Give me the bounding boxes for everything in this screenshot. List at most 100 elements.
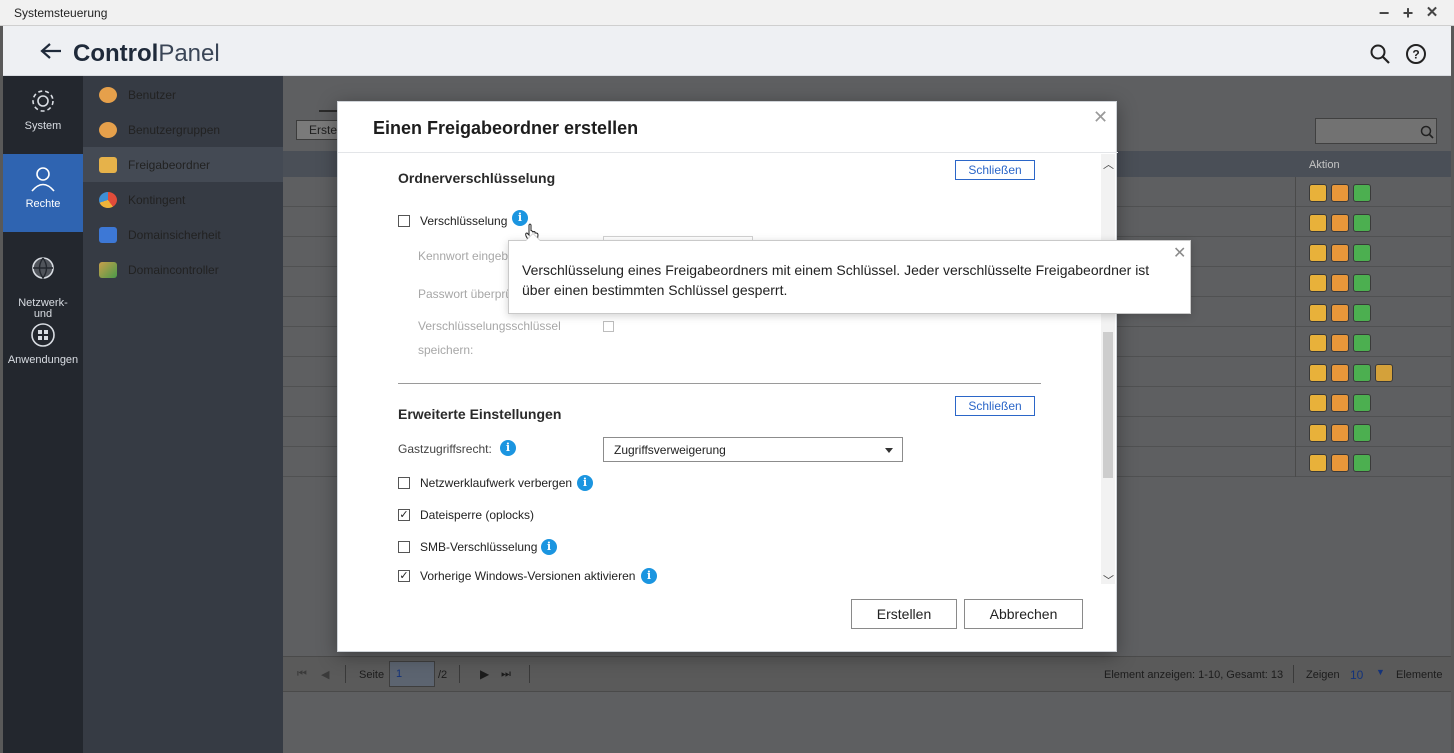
edit-icon[interactable]	[1309, 274, 1327, 292]
hide-network-drive-checkbox[interactable]	[398, 477, 410, 489]
action-cell	[1295, 447, 1451, 477]
svg-text:?: ?	[1412, 48, 1419, 62]
info-icon[interactable]: i	[541, 539, 557, 555]
refresh-icon[interactable]	[1353, 244, 1371, 262]
action-cell	[1295, 207, 1451, 237]
sidebar-item-benutzer[interactable]: Benutzer	[83, 77, 283, 112]
permissions-icon[interactable]	[1331, 184, 1349, 202]
sidebar-item-benutzergruppen[interactable]: Benutzergruppen	[83, 112, 283, 147]
guest-access-label: Gastzugriffsrecht:	[398, 442, 492, 456]
pagination-bar: ⏮ ◀ Seite 1 /2 ▶ ⏭ Element anzeigen: 1-1…	[283, 656, 1451, 692]
refresh-icon[interactable]	[1353, 274, 1371, 292]
permissions-icon[interactable]	[1331, 244, 1349, 262]
permissions-icon[interactable]	[1331, 214, 1349, 232]
pager-divider	[459, 665, 460, 683]
tooltip-close-icon[interactable]: ✕	[1173, 243, 1186, 263]
refresh-icon[interactable]	[1353, 424, 1371, 442]
sidebar-item-kontingent[interactable]: Kontingent	[83, 182, 283, 217]
edit-icon[interactable]	[1309, 454, 1327, 472]
minimize-button[interactable]: −	[1374, 3, 1394, 23]
edit-icon[interactable]	[1309, 364, 1327, 382]
permissions-icon[interactable]	[1331, 424, 1349, 442]
maximize-button[interactable]: +	[1398, 3, 1418, 23]
section-divider	[398, 383, 1041, 384]
first-page-icon[interactable]: ⏮	[297, 668, 307, 681]
edit-icon[interactable]	[1309, 214, 1327, 232]
help-icon[interactable]: ?	[1405, 43, 1427, 65]
refresh-icon[interactable]	[1353, 214, 1371, 232]
window-titlebar: Systemsteuerung − + ✕	[0, 0, 1454, 26]
refresh-icon[interactable]	[1353, 184, 1371, 202]
info-icon[interactable]: i	[577, 475, 593, 491]
shared-folder-icon	[99, 157, 117, 173]
tooltip-pointer-fill	[526, 234, 540, 241]
edit-icon[interactable]	[1309, 244, 1327, 262]
table-search-input[interactable]	[1315, 118, 1437, 144]
sidebar-item-freigabeordner[interactable]: Freigabeordner	[83, 147, 283, 182]
action-cell	[1295, 177, 1451, 207]
permissions-icon[interactable]	[1331, 364, 1349, 382]
cancel-button[interactable]: Abbrechen	[964, 599, 1083, 629]
page-number-input[interactable]: 1	[389, 661, 435, 687]
info-icon[interactable]: i	[500, 440, 516, 456]
rail-item-system[interactable]: System	[3, 88, 83, 150]
rail-label-apps: Anwendungen	[7, 354, 79, 366]
permissions-icon[interactable]	[1331, 394, 1349, 412]
refresh-icon[interactable]	[1353, 364, 1371, 382]
chevron-down-icon	[885, 448, 893, 453]
next-page-icon[interactable]: ▶	[480, 667, 489, 681]
rail-item-rechte[interactable]: Rechte	[3, 154, 83, 232]
sidebar-item-domaincontroller[interactable]: Domaincontroller	[83, 252, 283, 287]
rail-item-network[interactable]: Netzwerk- und	[3, 244, 83, 320]
encryption-checkbox[interactable]	[398, 215, 410, 227]
sidebar-item-domainsicherheit[interactable]: Domainsicherheit	[83, 217, 283, 252]
edit-icon[interactable]	[1309, 334, 1327, 352]
section-heading-advanced: Erweiterte Einstellungen	[398, 406, 562, 422]
page-size-select[interactable]: 10	[1350, 668, 1363, 682]
previous-page-icon[interactable]: ◀	[321, 668, 329, 681]
oplocks-checkbox[interactable]: ✓	[398, 509, 410, 521]
permissions-icon[interactable]	[1331, 334, 1349, 352]
smb-encryption-label: SMB-Verschlüsselung	[420, 540, 538, 554]
lock-icon[interactable]	[1375, 364, 1393, 382]
search-icon	[1420, 125, 1434, 139]
sidebar: Benutzer Benutzergruppen Freigabeordner …	[83, 76, 283, 753]
show-label: Zeigen	[1306, 669, 1340, 681]
action-cell	[1295, 357, 1451, 387]
guest-access-select[interactable]: Zugriffsverweigerung	[603, 437, 903, 462]
encryption-collapse-button[interactable]: Schließen	[955, 160, 1035, 180]
edit-icon[interactable]	[1309, 184, 1327, 202]
close-icon[interactable]: ✕	[1093, 108, 1108, 126]
scroll-up-icon[interactable]: ︿	[1103, 156, 1114, 172]
edit-icon[interactable]	[1309, 424, 1327, 442]
permissions-icon[interactable]	[1331, 274, 1349, 292]
refresh-icon[interactable]	[1353, 394, 1371, 412]
refresh-icon[interactable]	[1353, 454, 1371, 472]
close-window-button[interactable]: ✕	[1422, 3, 1442, 23]
edit-icon[interactable]	[1309, 394, 1327, 412]
refresh-icon[interactable]	[1353, 334, 1371, 352]
previous-versions-label: Vorherige Windows-Versionen aktivieren	[420, 569, 636, 583]
previous-versions-checkbox[interactable]: ✓	[398, 570, 410, 582]
left-rail: System Rechte Netzwerk- und Anwendungen	[3, 76, 83, 753]
create-button[interactable]: Erstellen	[851, 599, 957, 629]
back-arrow-icon[interactable]	[40, 42, 62, 60]
edit-icon[interactable]	[1309, 304, 1327, 322]
advanced-collapse-button[interactable]: Schließen	[955, 396, 1035, 416]
save-key-checkbox[interactable]	[603, 321, 614, 332]
save-key-label: Verschlüsselungsschlüssel	[418, 319, 561, 333]
scrollbar-thumb[interactable]	[1103, 332, 1113, 478]
info-icon[interactable]: i	[641, 568, 657, 584]
chevron-down-icon[interactable]: ▼	[1376, 667, 1385, 677]
create-share-dialog: Einen Freigabeordner erstellen ✕ Ordnerv…	[337, 101, 1118, 652]
quota-icon	[99, 192, 117, 208]
permissions-icon[interactable]	[1331, 454, 1349, 472]
permissions-icon[interactable]	[1331, 304, 1349, 322]
rail-item-apps[interactable]: Anwendungen	[3, 322, 83, 372]
last-page-icon[interactable]: ⏭	[501, 668, 511, 681]
search-icon[interactable]	[1369, 43, 1391, 65]
scroll-down-icon[interactable]: ﹀	[1103, 572, 1114, 588]
guest-access-value: Zugriffsverweigerung	[614, 443, 726, 457]
refresh-icon[interactable]	[1353, 304, 1371, 322]
smb-encryption-checkbox[interactable]	[398, 541, 410, 553]
